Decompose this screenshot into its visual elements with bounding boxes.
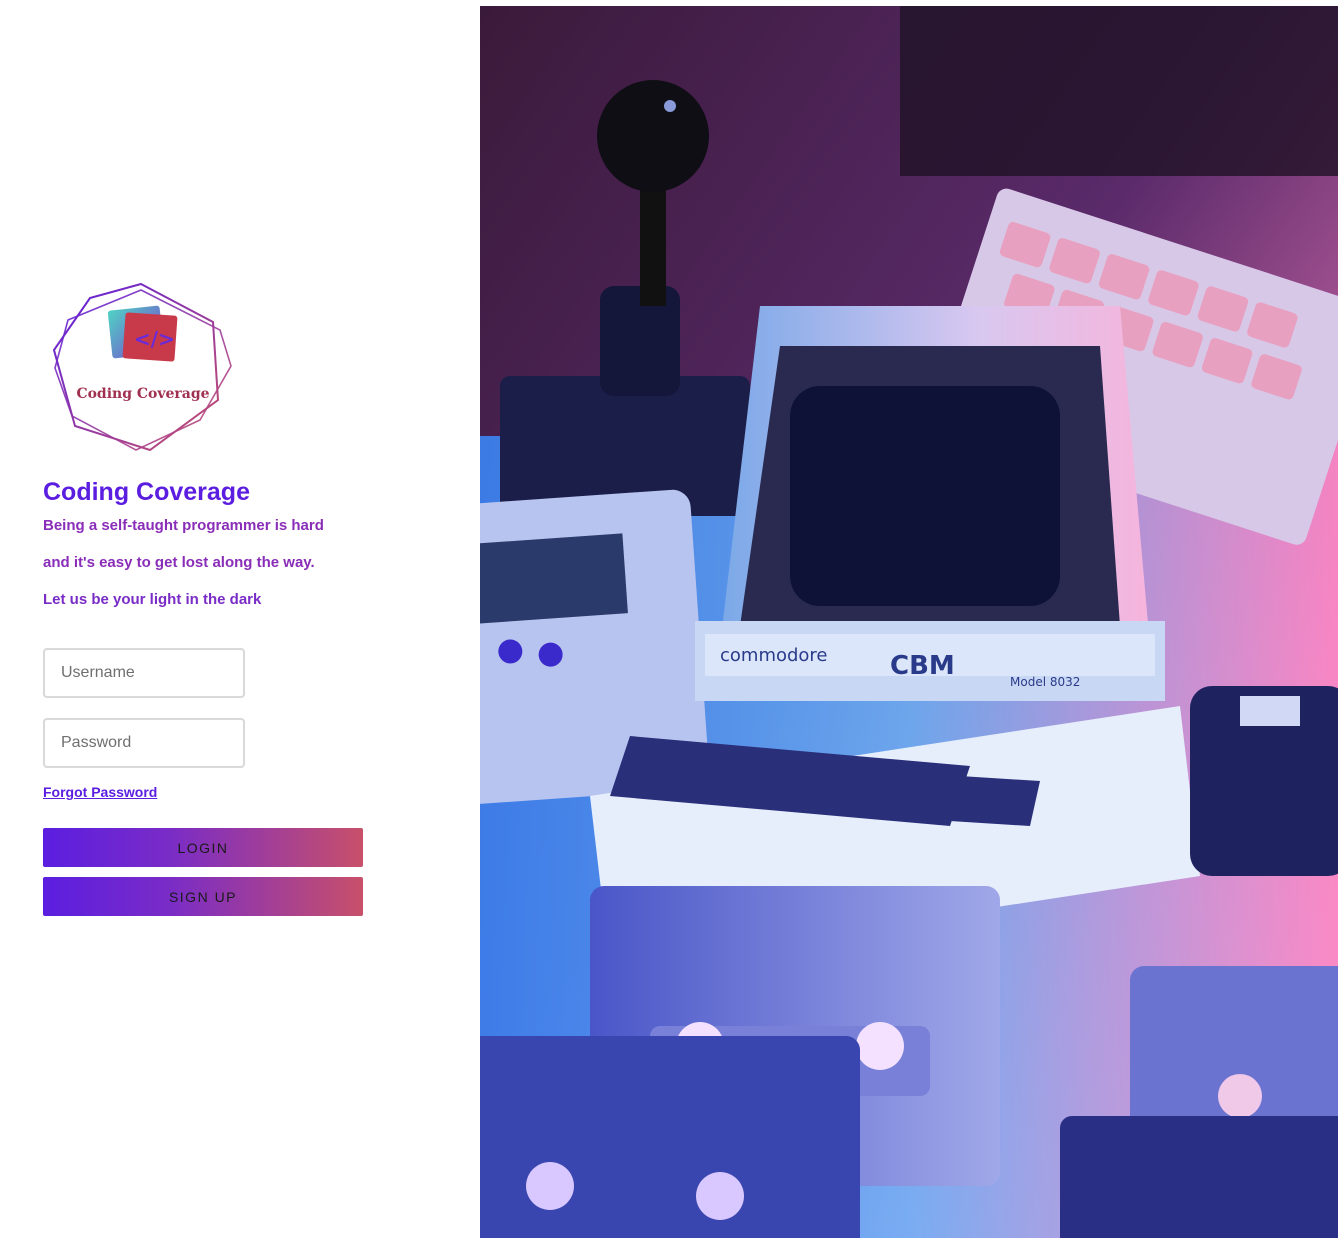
hero-brand-text: commodore (720, 645, 828, 666)
brand-title: Coding Coverage (43, 478, 250, 506)
logo-text: Coding Coverage (76, 386, 209, 402)
tagline-line-3: Let us be your light in the dark (43, 591, 262, 608)
hero-submodel-text: Model 8032 (1010, 675, 1080, 689)
hero-image: commodore CBM Model 8032 (480, 6, 1338, 1238)
tagline-line-1: Being a self-taught programmer is hard (43, 517, 324, 534)
login-page: </> Coding Coverage Coding Coverage Bein… (0, 0, 1343, 1238)
login-button[interactable]: LOGIN (43, 828, 363, 867)
password-input[interactable] (43, 718, 245, 768)
username-input[interactable] (43, 648, 245, 698)
brand-logo-icon: </> Coding Coverage (50, 280, 236, 454)
login-panel: </> Coding Coverage Coding Coverage Bein… (0, 0, 480, 1238)
sign-up-button[interactable]: SIGN UP (43, 877, 363, 916)
forgot-password-link[interactable]: Forgot Password (43, 784, 157, 800)
tagline-line-2: and it's easy to get lost along the way. (43, 554, 315, 571)
logo-badge-text: </> (134, 327, 175, 351)
hero-model-text: CBM (890, 651, 955, 681)
